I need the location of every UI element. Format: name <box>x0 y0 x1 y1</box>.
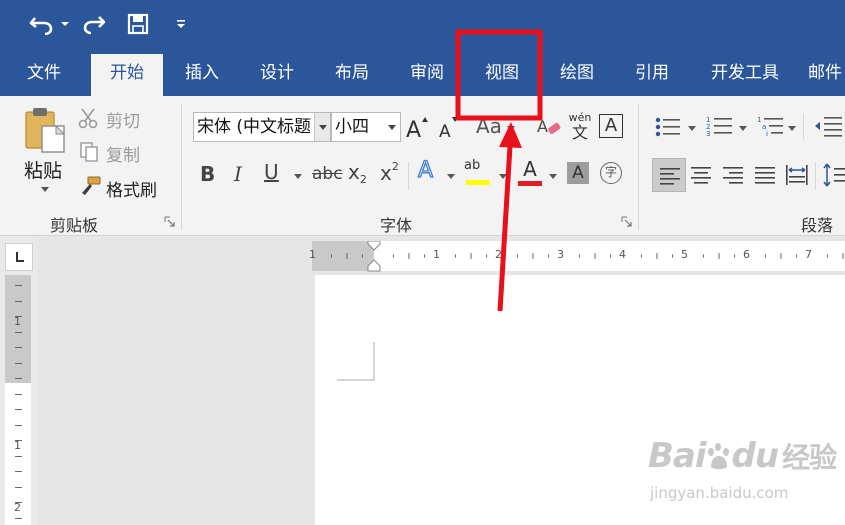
highlight-box <box>455 29 543 121</box>
annotation-arrow-shaft <box>497 145 513 312</box>
annotation-arrow-head <box>499 122 522 148</box>
annotation-overlay <box>455 29 543 312</box>
